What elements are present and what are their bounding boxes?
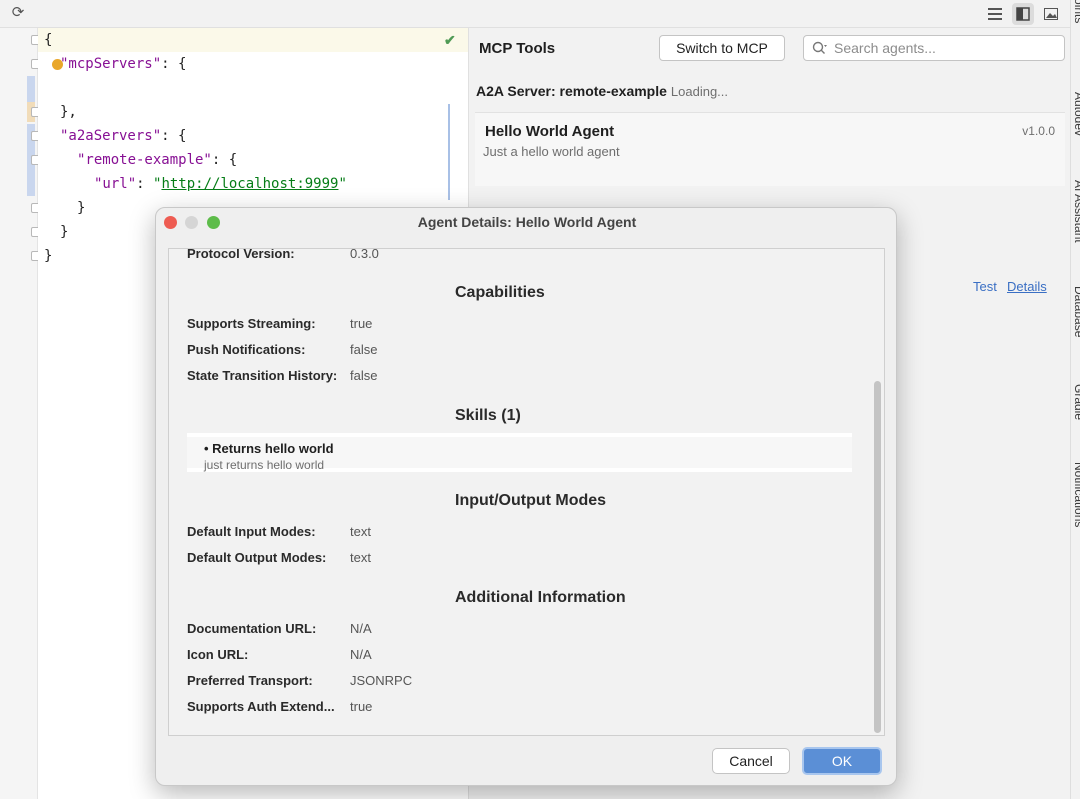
tool-window-autodev[interactable]: Autodev xyxy=(1072,92,1080,136)
top-toolbar: ⟳ xyxy=(0,0,1080,28)
skill-name: • Returns hello world xyxy=(204,441,334,456)
search-box[interactable] xyxy=(803,35,1065,61)
server-status-line: A2A Server: remote-example Loading... xyxy=(476,83,728,99)
editor-gutter xyxy=(0,28,40,799)
code-line: "a2aServers": { xyxy=(60,128,187,144)
tool-window-gradle[interactable]: Gradle xyxy=(1072,384,1080,420)
code-line: } xyxy=(77,200,86,216)
state-history-value: false xyxy=(350,368,378,383)
refresh-icon[interactable]: ⟳ xyxy=(9,4,27,22)
preferred-transport-label: Preferred Transport: xyxy=(187,673,313,688)
checkmark-icon: ✔ xyxy=(444,32,456,48)
preview-view-icon[interactable] xyxy=(1040,3,1062,25)
additional-info-heading: Additional Information xyxy=(455,589,626,606)
skill-item: • Returns hello world just returns hello… xyxy=(187,433,852,472)
auth-extended-value: true xyxy=(350,699,373,714)
code-line: "mcpServers": { xyxy=(60,56,187,72)
push-notifications-value: false xyxy=(350,342,378,357)
io-modes-heading: Input/Output Modes xyxy=(455,492,607,509)
documentation-url-label: Documentation URL: xyxy=(187,621,317,636)
indent-guide xyxy=(448,104,450,200)
state-history-label: State Transition History: xyxy=(187,368,338,383)
auth-extended-label: Supports Auth Extend... xyxy=(187,699,335,714)
default-input-modes-value: text xyxy=(350,524,371,539)
push-notifications-label: Push Notifications: xyxy=(187,342,306,357)
streaming-label: Supports Streaming: xyxy=(187,316,316,331)
details-content[interactable]: Protocol Version: 0.3.0 Capabilities Sup… xyxy=(168,248,885,736)
code-line: } xyxy=(60,224,69,240)
skills-heading: Skills (1) xyxy=(455,407,521,424)
switch-to-mcp-button[interactable]: Switch to MCP xyxy=(659,35,785,61)
cancel-button[interactable]: Cancel xyxy=(712,748,790,774)
skill-description: just returns hello world xyxy=(204,458,325,472)
panel-title: MCP Tools xyxy=(479,40,556,57)
agent-version: v1.0.0 xyxy=(1022,124,1055,138)
agent-card[interactable]: Hello World Agent v1.0.0 Just a hello wo… xyxy=(475,112,1065,186)
protocol-version-label: Protocol Version: xyxy=(187,248,295,261)
protocol-version-value: 0.3.0 xyxy=(350,248,379,261)
agent-details-dialog: Agent Details: Hello World Agent Protoco… xyxy=(155,207,897,786)
tool-window-strip: Endpoints Autodev AI Assistant Database … xyxy=(1070,0,1080,799)
streaming-value: true xyxy=(350,316,373,331)
details-link[interactable]: Details xyxy=(1007,279,1047,294)
tool-window-notifications[interactable]: Notifications xyxy=(1072,462,1080,527)
server-label: A2A Server: remote-example xyxy=(476,83,667,99)
test-link[interactable]: Test xyxy=(973,279,997,294)
url-link[interactable]: http://localhost:9999 xyxy=(161,176,338,192)
list-view-icon[interactable] xyxy=(984,3,1006,25)
agent-name: Hello World Agent xyxy=(485,123,615,140)
preferred-transport-value: JSONRPC xyxy=(350,673,413,688)
split-view-icon[interactable] xyxy=(1012,3,1034,25)
capabilities-heading: Capabilities xyxy=(455,284,545,301)
default-output-modes-value: text xyxy=(350,550,371,565)
tool-window-endpoints[interactable]: Endpoints xyxy=(1072,0,1080,23)
tool-window-ai-assistant[interactable]: AI Assistant xyxy=(1072,180,1080,243)
code-line: { xyxy=(44,32,53,48)
current-line-highlight xyxy=(38,28,468,52)
search-icon xyxy=(812,41,827,54)
agent-description: Just a hello world agent xyxy=(483,144,620,159)
code-line: }, xyxy=(60,104,77,120)
server-status: Loading... xyxy=(670,84,729,99)
tool-window-database[interactable]: Database xyxy=(1072,286,1080,337)
code-line: "url": "http://localhost:9999" xyxy=(94,176,347,192)
vertical-scrollbar[interactable] xyxy=(870,250,884,734)
search-input[interactable] xyxy=(834,39,1054,57)
code-line: } xyxy=(44,248,53,264)
dialog-title: Agent Details: Hello World Agent xyxy=(417,214,637,230)
default-output-modes-label: Default Output Modes: xyxy=(187,550,327,565)
icon-url-value: N/A xyxy=(350,647,372,662)
documentation-url-value: N/A xyxy=(350,621,372,636)
lightbulb-icon[interactable] xyxy=(52,59,63,70)
scrollbar-thumb[interactable] xyxy=(874,381,881,733)
icon-url-label: Icon URL: xyxy=(187,647,249,662)
code-line: "remote-example": { xyxy=(77,152,238,168)
ok-button[interactable]: OK xyxy=(802,747,882,775)
default-input-modes-label: Default Input Modes: xyxy=(187,524,316,539)
